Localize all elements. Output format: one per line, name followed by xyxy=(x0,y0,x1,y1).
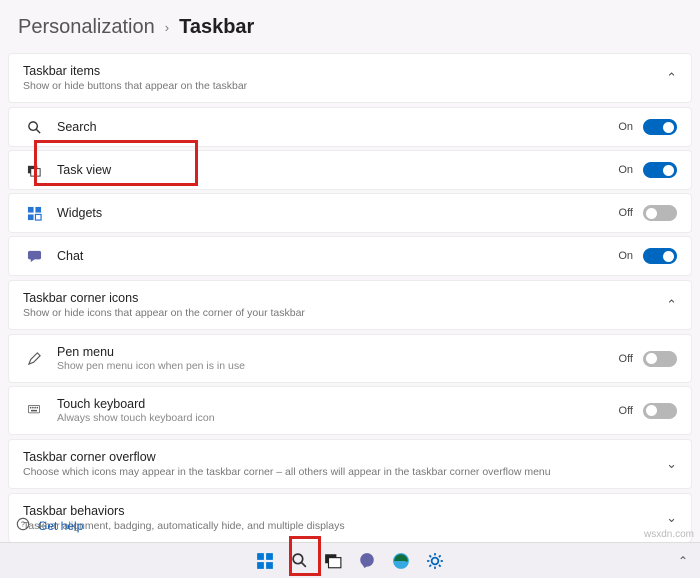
toggle-state: On xyxy=(618,164,633,176)
row-search: Search On xyxy=(8,107,692,147)
toggle-keyboard[interactable] xyxy=(643,403,677,419)
keyboard-icon xyxy=(25,402,43,420)
toggle-state: On xyxy=(618,121,633,133)
toggle-state: Off xyxy=(619,405,633,417)
search-icon xyxy=(25,118,43,136)
row-label: Task view xyxy=(57,163,618,177)
section-desc: Show or hide buttons that appear on the … xyxy=(23,80,666,92)
help-icon: ? xyxy=(16,517,30,534)
row-sublabel: Always show touch keyboard icon xyxy=(57,412,619,424)
row-task-view: Task view On xyxy=(8,150,692,190)
taskbar-settings-icon[interactable] xyxy=(423,549,447,573)
taskbar-edge-icon[interactable] xyxy=(389,549,413,573)
row-touch-keyboard: Touch keyboard Always show touch keyboar… xyxy=(8,386,692,435)
chevron-right-icon: › xyxy=(165,20,169,35)
section-desc: Choose which icons may appear in the tas… xyxy=(23,466,666,478)
row-label: Search xyxy=(57,120,618,134)
toggle-taskview[interactable] xyxy=(643,162,677,178)
section-behaviors[interactable]: Taskbar behaviors Taskbar alignment, bad… xyxy=(8,493,692,543)
taskview-icon xyxy=(25,161,43,179)
toggle-search[interactable] xyxy=(643,119,677,135)
toggle-state: Off xyxy=(619,353,633,365)
tray-chevron-up-icon[interactable]: ⌃ xyxy=(678,554,688,568)
pen-icon xyxy=(25,350,43,368)
chevron-down-icon: ⌄ xyxy=(666,456,677,472)
toggle-chat[interactable] xyxy=(643,248,677,264)
row-pen-menu: Pen menu Show pen menu icon when pen is … xyxy=(8,334,692,383)
breadcrumb-parent[interactable]: Personalization xyxy=(18,16,155,39)
row-label: Pen menu xyxy=(57,345,619,359)
widgets-icon xyxy=(25,204,43,222)
section-title: Taskbar items xyxy=(23,64,666,78)
get-help-link[interactable]: ? Get help xyxy=(16,517,83,534)
row-chat: Chat On xyxy=(8,236,692,276)
section-desc: Show or hide icons that appear on the co… xyxy=(23,307,666,319)
toggle-state: On xyxy=(618,250,633,262)
row-sublabel: Show pen menu icon when pen is in use xyxy=(57,360,619,372)
chat-icon xyxy=(25,247,43,265)
chevron-up-icon: ⌃ xyxy=(666,70,677,86)
row-label: Touch keyboard xyxy=(57,397,619,411)
help-label[interactable]: Get help xyxy=(38,519,83,533)
chevron-down-icon: ⌄ xyxy=(666,510,677,526)
toggle-widgets[interactable] xyxy=(643,205,677,221)
start-icon[interactable] xyxy=(253,549,277,573)
section-taskbar-items[interactable]: Taskbar items Show or hide buttons that … xyxy=(8,53,692,103)
section-corner-icons[interactable]: Taskbar corner icons Show or hide icons … xyxy=(8,280,692,330)
chevron-up-icon: ⌃ xyxy=(666,297,677,313)
svg-text:?: ? xyxy=(21,522,25,529)
section-overflow[interactable]: Taskbar corner overflow Choose which ico… xyxy=(8,439,692,489)
section-title: Taskbar behaviors xyxy=(23,504,666,518)
section-desc: Taskbar alignment, badging, automaticall… xyxy=(23,520,666,532)
toggle-pen[interactable] xyxy=(643,351,677,367)
row-widgets: Widgets Off xyxy=(8,193,692,233)
row-label: Chat xyxy=(57,249,618,263)
taskbar-taskview-icon[interactable] xyxy=(321,549,345,573)
breadcrumb-current: Taskbar xyxy=(179,16,254,39)
row-label: Widgets xyxy=(57,206,619,220)
system-taskbar: ⌃ xyxy=(0,542,700,578)
section-title: Taskbar corner icons xyxy=(23,291,666,305)
taskbar-search-icon[interactable] xyxy=(287,549,311,573)
watermark: wsxdn.com xyxy=(644,529,694,540)
toggle-state: Off xyxy=(619,207,633,219)
taskbar-chat-icon[interactable] xyxy=(355,549,379,573)
section-title: Taskbar corner overflow xyxy=(23,450,666,464)
breadcrumb: Personalization › Taskbar xyxy=(0,0,700,49)
